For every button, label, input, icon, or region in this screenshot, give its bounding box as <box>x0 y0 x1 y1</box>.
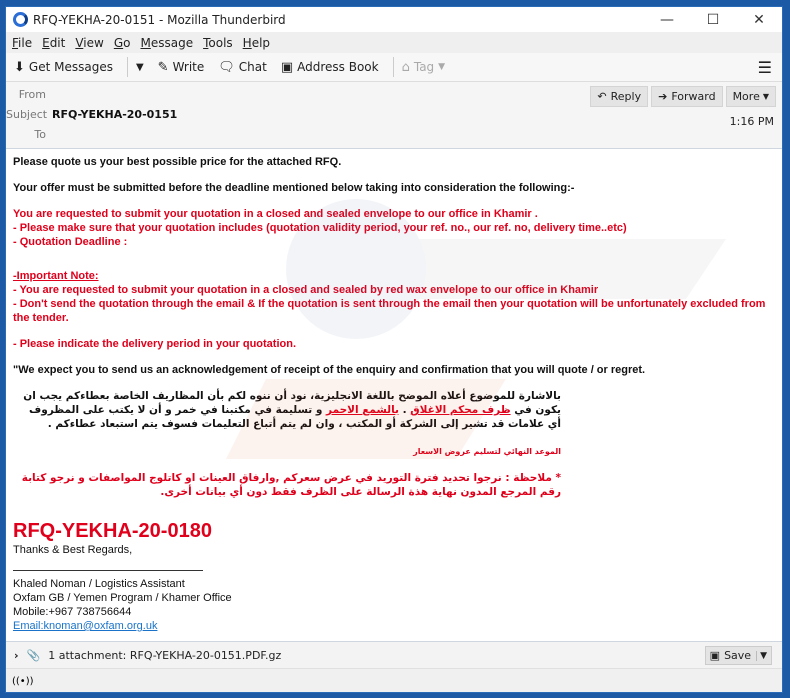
reply-label: Reply <box>610 90 642 103</box>
main-toolbar: ⬇ Get Messages ▼ ✎ Write 🗨 Chat ▣ Addres… <box>6 53 782 82</box>
write-label: Write <box>172 60 205 74</box>
message-time: 1:16 PM <box>729 115 774 128</box>
regards: Thanks & Best Regards, <box>13 544 133 556</box>
window-title: RFQ-YEKHA-20-0151 - Mozilla Thunderbird <box>33 12 286 27</box>
signature-name: Khaled Noman / Logistics Assistant <box>13 578 185 590</box>
forward-button[interactable]: ➔ Forward <box>651 86 723 107</box>
chevron-down-icon: ▼ <box>762 92 769 101</box>
subject-label: Subject <box>6 108 48 121</box>
reply-arrow-icon: ↶ <box>597 90 607 103</box>
paperclip-icon: 📎 <box>26 648 41 662</box>
signature-divider <box>13 563 203 571</box>
message-header: From Subject RFQ-YEKHA-20-0151 To ↶ Repl… <box>6 82 782 149</box>
app-menu-icon[interactable]: ☰ <box>758 58 772 77</box>
instruction-3: - Quotation Deadline : <box>13 236 128 248</box>
toolbar-separator <box>126 57 128 77</box>
chat-label: Chat <box>238 60 267 74</box>
forward-label: Forward <box>671 90 716 103</box>
menu-edit[interactable]: Edit <box>42 36 65 50</box>
signature-org: Oxfam GB / Yemen Program / Khamer Office <box>13 592 232 604</box>
reply-button[interactable]: ↶ Reply <box>590 86 649 107</box>
body-line-deadline: Your offer must be submitted before the … <box>13 182 575 194</box>
to-label: To <box>34 128 46 141</box>
menu-go[interactable]: Go <box>114 36 131 50</box>
subject-row: Subject RFQ-YEKHA-20-0151 <box>6 108 177 121</box>
instruction-1: You are requested to submit your quotati… <box>13 208 538 220</box>
arabic-highlight: بالشمع الاحمر <box>326 404 399 416</box>
menu-file[interactable]: File <box>12 36 32 50</box>
pencil-icon: ✎ <box>157 59 169 75</box>
arabic-text: . <box>398 404 411 416</box>
from-row: From <box>6 88 52 101</box>
delivery-note: - Please indicate the delivery period in… <box>13 338 297 350</box>
reference-number: RFQ-YEKHA-20-0180 <box>13 520 212 542</box>
header-actions: ↶ Reply ➔ Forward More ▼ <box>587 86 776 107</box>
title-bar: RFQ-YEKHA-20-0151 - Mozilla Thunderbird … <box>6 7 782 32</box>
instruction-2: - Please make sure that your quotation i… <box>13 222 627 234</box>
address-book-icon: ▣ <box>280 59 294 75</box>
get-messages-label: Get Messages <box>28 60 113 74</box>
attachment-bar[interactable]: › 📎 1 attachment: RFQ-YEKHA-20-0151.PDF.… <box>6 641 782 668</box>
get-messages-dropdown-icon[interactable]: ▼ <box>136 62 144 73</box>
attachment-label[interactable]: 1 attachment: RFQ-YEKHA-20-0151.PDF.gz <box>48 649 281 662</box>
chat-bubble-icon: 🗨 <box>218 59 235 75</box>
thunderbird-logo-icon <box>13 12 28 27</box>
chat-button[interactable]: 🗨 Chat <box>218 60 267 75</box>
close-button[interactable]: ✕ <box>736 7 782 32</box>
important-note: -Important Note: - You are requested to … <box>13 269 782 325</box>
menu-help[interactable]: Help <box>243 36 270 50</box>
tag-button[interactable]: ⌂ Tag ▼ <box>402 60 446 75</box>
note-1: - You are requested to submit your quota… <box>13 284 599 296</box>
to-row: To <box>6 128 52 141</box>
download-icon: ⬇ <box>14 59 25 75</box>
more-label: More <box>732 90 760 103</box>
note-2: - Don't send the quotation through the e… <box>13 298 766 324</box>
toolbar-separator <box>392 57 394 77</box>
more-button[interactable]: More ▼ <box>725 86 776 107</box>
body-red-instructions: You are requested to submit your quotati… <box>13 207 782 249</box>
maximize-button[interactable]: ☐ <box>690 7 736 32</box>
from-label: From <box>18 88 46 101</box>
tag-icon: ⌂ <box>401 59 410 75</box>
message-body: Please quote us your best possible price… <box>6 149 782 641</box>
save-label: Save <box>724 649 752 662</box>
arabic-deadline: الموعد النهائي لتسليم عروض الاسعار <box>413 447 561 456</box>
important-note-title: -Important Note: <box>13 270 99 282</box>
acknowledgement-line: "We expect you to send us an acknowledge… <box>13 364 646 376</box>
body-line-request: Please quote us your best possible price… <box>13 156 342 168</box>
menu-view[interactable]: View <box>75 36 103 50</box>
menu-message[interactable]: Message <box>140 36 193 50</box>
signature-email-link[interactable]: Email:knoman@oxfam.org.uk <box>13 619 782 633</box>
status-bar: ((•)) <box>6 668 782 692</box>
thunderbird-window: RFQ-YEKHA-20-0151 - Mozilla Thunderbird … <box>5 6 783 693</box>
chevron-down-icon[interactable]: ▼ <box>756 650 767 661</box>
subject-value: RFQ-YEKHA-20-0151 <box>52 108 178 121</box>
tag-label: Tag <box>413 60 435 74</box>
address-book-button[interactable]: ▣ Address Book <box>281 60 379 75</box>
chevron-down-icon: ▼ <box>438 62 446 72</box>
arabic-highlight: ظرف محكم الاغلاق <box>410 404 511 416</box>
save-button[interactable]: ▣ Save ▼ <box>704 646 772 665</box>
address-book-label: Address Book <box>297 60 379 74</box>
forward-arrow-icon: ➔ <box>658 90 668 103</box>
arabic-paragraph-1: بالاشارة للموضوع أعلاه الموضح باللغة الا… <box>13 389 561 431</box>
get-messages-button[interactable]: ⬇ Get Messages <box>14 60 113 75</box>
arabic-note: * ملاحظة : نرجوا تحديد فترة التوريد في ع… <box>21 472 561 498</box>
write-button[interactable]: ✎ Write <box>158 60 205 75</box>
floppy-disk-icon: ▣ <box>709 649 721 662</box>
online-status-icon[interactable]: ((•)) <box>12 676 34 687</box>
chevron-right-icon[interactable]: › <box>14 649 19 662</box>
menu-tools[interactable]: Tools <box>203 36 233 50</box>
menu-bar: File Edit View Go Message Tools Help <box>6 32 782 53</box>
signature-mobile: Mobile:+967 738756644 <box>13 606 132 618</box>
minimize-button[interactable]: — <box>644 7 690 32</box>
